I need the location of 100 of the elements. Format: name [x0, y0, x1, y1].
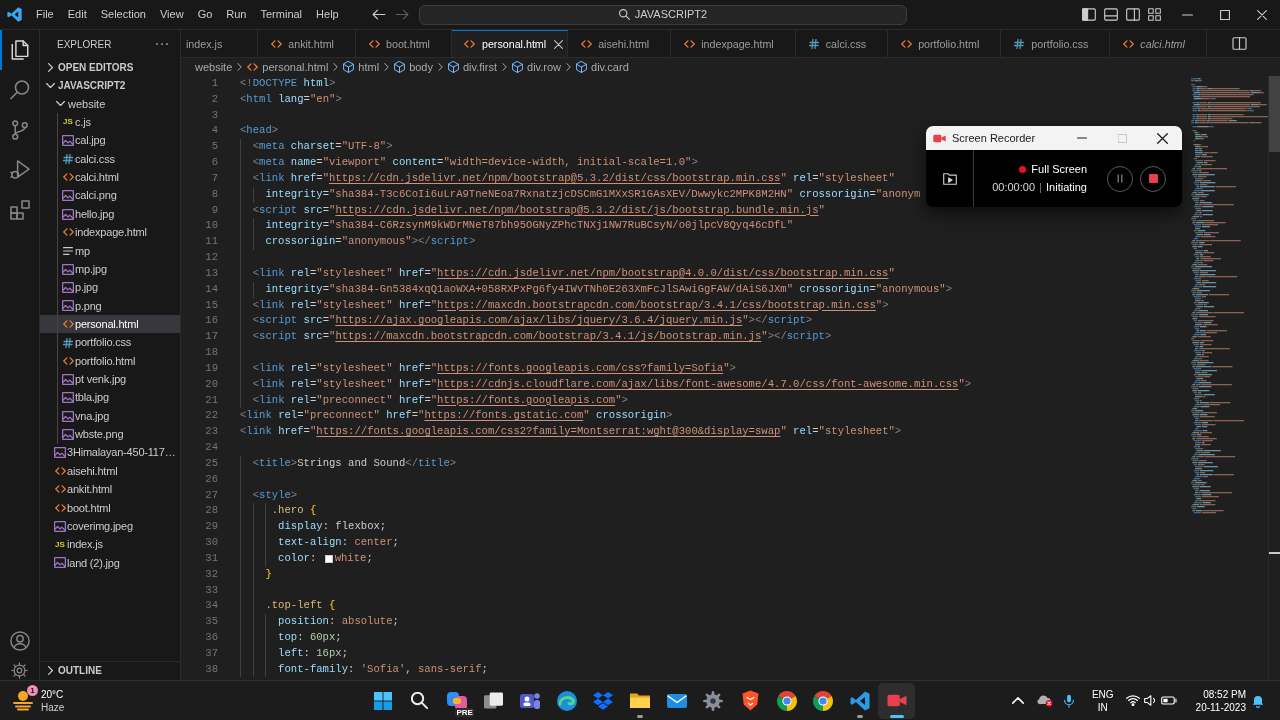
maximize-icon[interactable] [1219, 9, 1230, 20]
blocks-icon[interactable] [9, 200, 30, 220]
chevron-down-icon[interactable] [45, 83, 55, 89]
section-header[interactable]: OPEN EDITORS [40, 58, 180, 77]
speaker-icon[interactable] [1143, 695, 1157, 706]
line-number: 18 [204, 345, 218, 361]
tree-item[interactable]: tbla.jpg [40, 388, 180, 407]
editor-tab[interactable]: personal.html [451, 30, 569, 57]
breadcrumb-item[interactable]: html [343, 58, 380, 76]
folder-play-icon[interactable] [942, 172, 957, 185]
section-header[interactable]: OUTLINE [40, 661, 180, 680]
line-number: 33 [204, 582, 218, 598]
breadcrumb-item[interactable]: body [394, 58, 433, 76]
grid-layout-icon[interactable] [1148, 8, 1161, 21]
tree-item[interactable]: wbste.png [40, 425, 180, 444]
breadcrumb-item[interactable]: div.first [448, 58, 497, 76]
tree-item[interactable]: calci.html [40, 168, 180, 187]
cube-icon [576, 61, 588, 73]
tree-item[interactable]: JS c.js [40, 113, 180, 132]
arrow-left-icon[interactable] [372, 9, 386, 20]
chevron-down-icon[interactable] [55, 101, 65, 107]
breadcrumb-item[interactable]: personal.html [247, 58, 329, 76]
battery-icon[interactable] [1160, 696, 1177, 705]
breadcrumb-item[interactable]: div.row [512, 58, 562, 76]
menu-item[interactable]: View [152, 3, 191, 26]
chevron-right-icon [237, 63, 243, 71]
tree-item[interactable]: land (2).jpg [40, 553, 180, 573]
code-brackets-icon [54, 467, 66, 476]
tree-item[interactable]: website [40, 94, 180, 114]
tree-item[interactable]: mp.jpg [40, 259, 180, 279]
files-icon[interactable] [9, 40, 30, 60]
language-button[interactable]: ENG IN [1085, 687, 1120, 714]
tree-item[interactable]: mp [40, 241, 180, 260]
tree-item[interactable]: JS index.js [40, 535, 180, 554]
menu-item[interactable]: Selection [93, 3, 153, 26]
tree-item[interactable]: pt venk.jpg [40, 370, 180, 389]
line-number: 13 [204, 265, 218, 281]
tree-item[interactable]: ankit.html [40, 480, 180, 499]
tree-item[interactable]: calci.png [40, 186, 180, 205]
wifi-icon[interactable] [1125, 695, 1140, 706]
panel-layout-icon[interactable] [1104, 8, 1118, 21]
code-brackets-icon [54, 485, 66, 494]
menu-item[interactable]: Run [219, 3, 254, 26]
tree-item[interactable]: p.png [40, 296, 180, 316]
taskbar-app-button[interactable] [878, 682, 916, 719]
line-number: 1 [210, 76, 218, 91]
search-icon[interactable] [9, 80, 30, 100]
scrollbar-thumb[interactable] [1269, 76, 1280, 152]
tree-item[interactable]: calci.css [40, 149, 180, 169]
tree-item[interactable]: vna.jpg [40, 406, 180, 426]
code-line: crossorigin="anonymous"></script> [265, 234, 476, 250]
breadcrumb-item[interactable]: website [195, 58, 233, 76]
breadcrumb-item[interactable]: div.card [576, 58, 629, 76]
weather-button[interactable]: 1 20°C Haze [13, 683, 65, 718]
microphone-icon[interactable] [1063, 693, 1074, 708]
bell-icon[interactable] [1252, 693, 1264, 708]
gear-icon[interactable] [11, 661, 28, 679]
split-layout-icon[interactable] [1126, 8, 1140, 21]
tree-item[interactable]: aisehi.html [40, 461, 180, 481]
account-icon[interactable] [9, 631, 30, 651]
running-indicator [637, 714, 643, 718]
tree-item[interactable]: boot.html [40, 498, 180, 517]
tree-item[interactable]: 3Himalayan-450-117… [40, 443, 180, 462]
section-header[interactable]: JAVASCRIPT2 [40, 76, 180, 95]
tree-item[interactable]: personal.html [40, 315, 180, 334]
clock-button[interactable]: 08:52 PM 20-11-2023 [1189, 687, 1252, 714]
chevron-right-icon[interactable] [47, 666, 53, 676]
line-number: 26 [204, 471, 218, 487]
tree-item[interactable]: p.jpg [40, 278, 180, 297]
image-icon [54, 447, 66, 459]
search-field[interactable]: JAVASCRIPT2 [419, 4, 907, 25]
chevron-right-icon[interactable] [47, 62, 53, 72]
play-bug-icon[interactable] [9, 160, 30, 180]
branch-icon[interactable] [9, 120, 30, 140]
window-title: Screen Recorder [952, 130, 1036, 146]
menu-item[interactable]: Terminal [253, 3, 310, 26]
tree-item[interactable]: indexpage.html [40, 223, 180, 242]
code-line: white; [334, 550, 373, 566]
line-number: 19 [204, 360, 218, 376]
tree-item[interactable]: hello.jpg [40, 204, 180, 224]
menu-item[interactable]: Go [190, 3, 220, 26]
menu-item[interactable]: Help [309, 3, 346, 26]
segmented-circle-icon [813, 690, 834, 711]
line-number: 21 [204, 392, 218, 408]
split-editor-icon[interactable] [1232, 37, 1247, 50]
chevron-up-icon[interactable] [1011, 697, 1024, 704]
tree-item[interactable]: cal.jpg [40, 131, 180, 150]
taskbar-app-button[interactable]: PRE [438, 682, 475, 719]
line-number: 14 [204, 281, 218, 297]
tree-item[interactable]: coverimg.jpeg [40, 517, 180, 536]
code-line: <link rel="preconnect" href="https://fonts.googleapis.com"> [252, 392, 628, 408]
sidebar-layout-icon[interactable] [1082, 8, 1096, 21]
cloud-alert-icon[interactable] [1036, 694, 1053, 707]
menu-item[interactable]: Edit [60, 3, 94, 26]
menu-item[interactable]: File [29, 3, 61, 26]
code-line: <script src="https://cdn.jsdelivr.net/npm/bootstrap@5.3.2/dist/js/bootstrap.bundle.min.js" [252, 202, 825, 218]
close-icon[interactable] [1156, 132, 1168, 144]
image-icon [62, 190, 74, 202]
tree-item[interactable]: portfolio.css [40, 333, 180, 352]
tree-item[interactable]: portfolio.html [40, 351, 180, 371]
